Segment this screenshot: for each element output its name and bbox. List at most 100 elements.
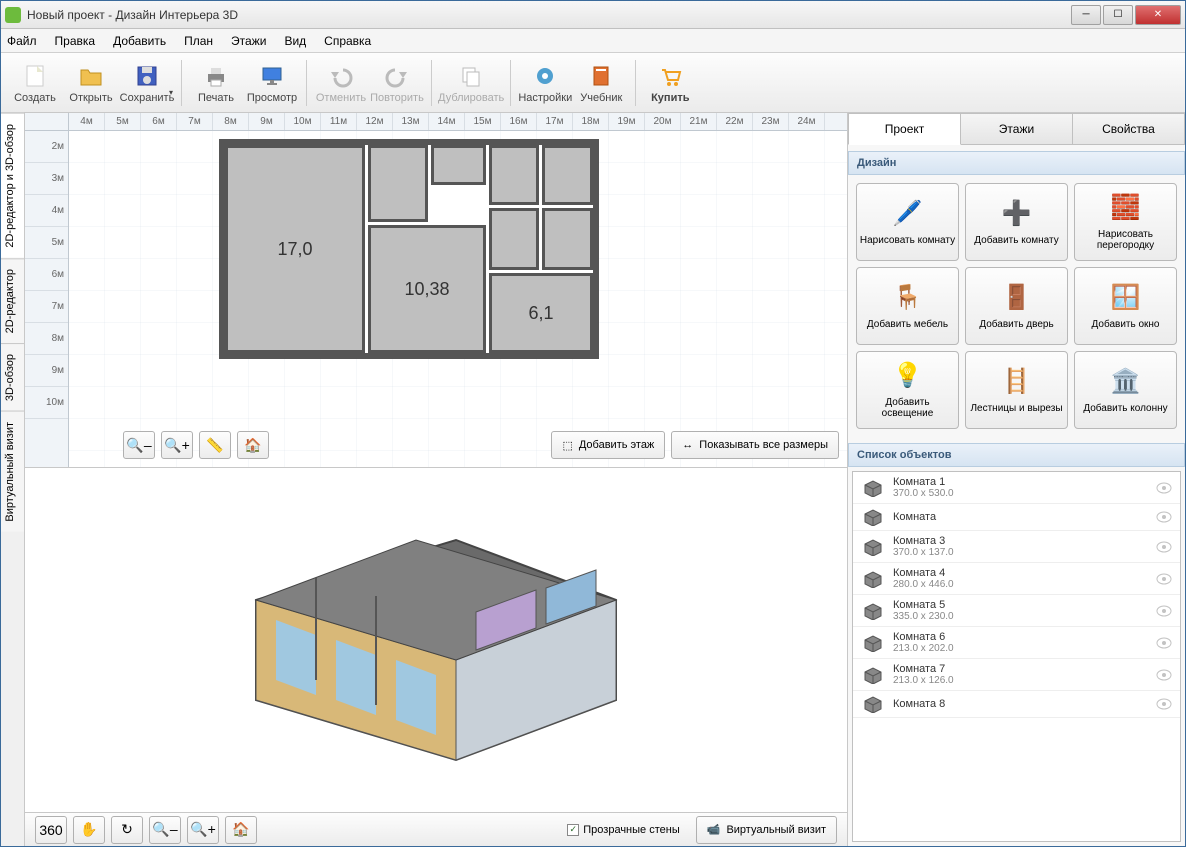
room-shape[interactable] bbox=[431, 145, 486, 185]
room-shape[interactable] bbox=[368, 145, 428, 222]
room-shape[interactable] bbox=[489, 208, 539, 270]
design-button-6[interactable]: 💡Добавить освещение bbox=[856, 351, 959, 429]
view-2d: 4м5м6м7м8м9м10м11м12м13м14м15м16м17м18м1… bbox=[25, 113, 847, 468]
canvas-2d[interactable]: 17,010,386,1 🔍– 🔍+ 📏 🏠 ⬚ Добавить этаж bbox=[69, 131, 847, 467]
toolbar-file-button[interactable]: Создать bbox=[7, 55, 63, 111]
transparent-walls-checkbox[interactable]: ✓ Прозрачные стены bbox=[567, 824, 679, 836]
box-icon bbox=[861, 479, 885, 497]
room-shape[interactable]: 6,1 bbox=[489, 273, 593, 353]
zoom-in-button[interactable]: 🔍+ bbox=[161, 431, 193, 459]
home-button[interactable]: 🏠 bbox=[237, 431, 269, 459]
room-shape[interactable] bbox=[542, 208, 593, 270]
design-icon-3: 🪑 bbox=[892, 283, 924, 315]
object-item[interactable]: Комната 4 280.0 x 446.0 bbox=[853, 563, 1180, 595]
virtual-visit-button[interactable]: 📹 Виртуальный визит bbox=[696, 816, 837, 844]
menu-этажи[interactable]: Этажи bbox=[231, 34, 266, 48]
menu-правка[interactable]: Правка bbox=[55, 34, 96, 48]
house-3d-model[interactable] bbox=[226, 510, 646, 770]
design-button-4[interactable]: 🚪Добавить дверь bbox=[965, 267, 1068, 345]
zoom-in-3d-button[interactable]: 🔍+ bbox=[187, 816, 219, 844]
checkbox-icon: ✓ bbox=[567, 824, 579, 836]
menu-план[interactable]: План bbox=[184, 34, 213, 48]
design-icon-8: 🏛️ bbox=[1110, 367, 1142, 399]
object-item[interactable]: Комната 8 bbox=[853, 691, 1180, 718]
toolbar-disk-button[interactable]: Сохранить▾ bbox=[119, 55, 175, 111]
object-item[interactable]: Комната 6 213.0 x 202.0 bbox=[853, 627, 1180, 659]
visibility-icon[interactable] bbox=[1156, 698, 1172, 710]
zoom-out-3d-button[interactable]: 🔍– bbox=[149, 816, 181, 844]
visibility-icon[interactable] bbox=[1156, 541, 1172, 553]
right-tabs: ПроектЭтажиСвойства bbox=[848, 113, 1185, 145]
sidetab-3[interactable]: Виртуальный визит bbox=[1, 411, 24, 532]
ruler-vertical: 2м3м4м5м6м7м8м9м10м bbox=[25, 131, 69, 467]
toolbar-undo-button: Отменить bbox=[313, 55, 369, 111]
object-item[interactable]: Комната 3 370.0 x 137.0 bbox=[853, 531, 1180, 563]
box-icon bbox=[861, 695, 885, 713]
room-shape[interactable]: 17,0 bbox=[225, 145, 365, 353]
objects-section-header: Список объектов bbox=[848, 443, 1185, 467]
visibility-icon[interactable] bbox=[1156, 573, 1172, 585]
design-buttons-grid: 🖊️Нарисовать комнату➕Добавить комнату🧱На… bbox=[848, 175, 1185, 437]
file-icon bbox=[21, 62, 49, 90]
toolbar-printer-button[interactable]: Печать bbox=[188, 55, 244, 111]
design-button-8[interactable]: 🏛️Добавить колонну bbox=[1074, 351, 1177, 429]
toolbar-monitor-button[interactable]: Просмотр bbox=[244, 55, 300, 111]
toolbar-book-button[interactable]: Учебник bbox=[573, 55, 629, 111]
object-item[interactable]: Комната 5 335.0 x 230.0 bbox=[853, 595, 1180, 627]
design-button-3[interactable]: 🪑Добавить мебель bbox=[856, 267, 959, 345]
pan-button[interactable]: ✋ bbox=[73, 816, 105, 844]
design-button-2[interactable]: 🧱Нарисовать перегородку bbox=[1074, 183, 1177, 261]
printer-icon bbox=[202, 62, 230, 90]
toolbar-cart-button[interactable]: Купить bbox=[642, 55, 698, 111]
design-icon-1: ➕ bbox=[1001, 199, 1033, 231]
right-tab-0[interactable]: Проект bbox=[848, 113, 961, 145]
dimensions-icon: ↔ bbox=[682, 439, 693, 451]
sidetab-0[interactable]: 2D-редактор и 3D-обзор bbox=[1, 113, 24, 258]
menu-вид[interactable]: Вид bbox=[284, 34, 306, 48]
box-icon bbox=[861, 508, 885, 526]
menu-справка[interactable]: Справка bbox=[324, 34, 371, 48]
add-floor-button[interactable]: ⬚ Добавить этаж bbox=[551, 431, 665, 459]
redo-icon bbox=[383, 62, 411, 90]
visibility-icon[interactable] bbox=[1156, 637, 1172, 649]
object-item[interactable]: Комната bbox=[853, 504, 1180, 531]
box-icon bbox=[861, 666, 885, 684]
visibility-icon[interactable] bbox=[1156, 511, 1172, 523]
visibility-icon[interactable] bbox=[1156, 482, 1172, 494]
canvas-3d[interactable] bbox=[25, 468, 847, 812]
toolbar-folder-button[interactable]: Открыть bbox=[63, 55, 119, 111]
design-button-0[interactable]: 🖊️Нарисовать комнату bbox=[856, 183, 959, 261]
ruler-button[interactable]: 📏 bbox=[199, 431, 231, 459]
sidetab-2[interactable]: 3D-обзор bbox=[1, 343, 24, 411]
minimize-button[interactable]: ─ bbox=[1071, 5, 1101, 25]
rotate-360-button[interactable]: 360 bbox=[35, 816, 67, 844]
design-button-5[interactable]: 🪟Добавить окно bbox=[1074, 267, 1177, 345]
sidetab-1[interactable]: 2D-редактор bbox=[1, 258, 24, 343]
design-button-1[interactable]: ➕Добавить комнату bbox=[965, 183, 1068, 261]
box-icon bbox=[861, 602, 885, 620]
home-3d-button[interactable]: 🏠 bbox=[225, 816, 257, 844]
room-shape[interactable] bbox=[489, 145, 539, 205]
floorplan[interactable]: 17,010,386,1 bbox=[219, 139, 599, 359]
object-item[interactable]: Комната 1 370.0 x 530.0 bbox=[853, 472, 1180, 504]
visibility-icon[interactable] bbox=[1156, 669, 1172, 681]
zoom-out-button[interactable]: 🔍– bbox=[123, 431, 155, 459]
show-dimensions-button[interactable]: ↔ Показывать все размеры bbox=[671, 431, 839, 459]
visibility-icon[interactable] bbox=[1156, 605, 1172, 617]
menu-добавить[interactable]: Добавить bbox=[113, 34, 166, 48]
room-shape[interactable]: 10,38 bbox=[368, 225, 486, 353]
toolbar-gear-button[interactable]: Настройки bbox=[517, 55, 573, 111]
close-button[interactable]: ✕ bbox=[1135, 5, 1181, 25]
gear-icon bbox=[531, 62, 559, 90]
design-button-7[interactable]: 🪜Лестницы и вырезы bbox=[965, 351, 1068, 429]
object-list[interactable]: Комната 1 370.0 x 530.0 Комната Комната … bbox=[852, 471, 1181, 842]
right-tab-2[interactable]: Свойства bbox=[1073, 113, 1185, 145]
room-shape[interactable] bbox=[542, 145, 593, 205]
toolbar-copy-button: Дублировать bbox=[438, 55, 504, 111]
rotate-button[interactable]: ↻ bbox=[111, 816, 143, 844]
right-tab-1[interactable]: Этажи bbox=[961, 113, 1073, 145]
maximize-button[interactable]: ☐ bbox=[1103, 5, 1133, 25]
menu-файл[interactable]: Файл bbox=[7, 34, 37, 48]
book-icon bbox=[587, 62, 615, 90]
object-item[interactable]: Комната 7 213.0 x 126.0 bbox=[853, 659, 1180, 691]
